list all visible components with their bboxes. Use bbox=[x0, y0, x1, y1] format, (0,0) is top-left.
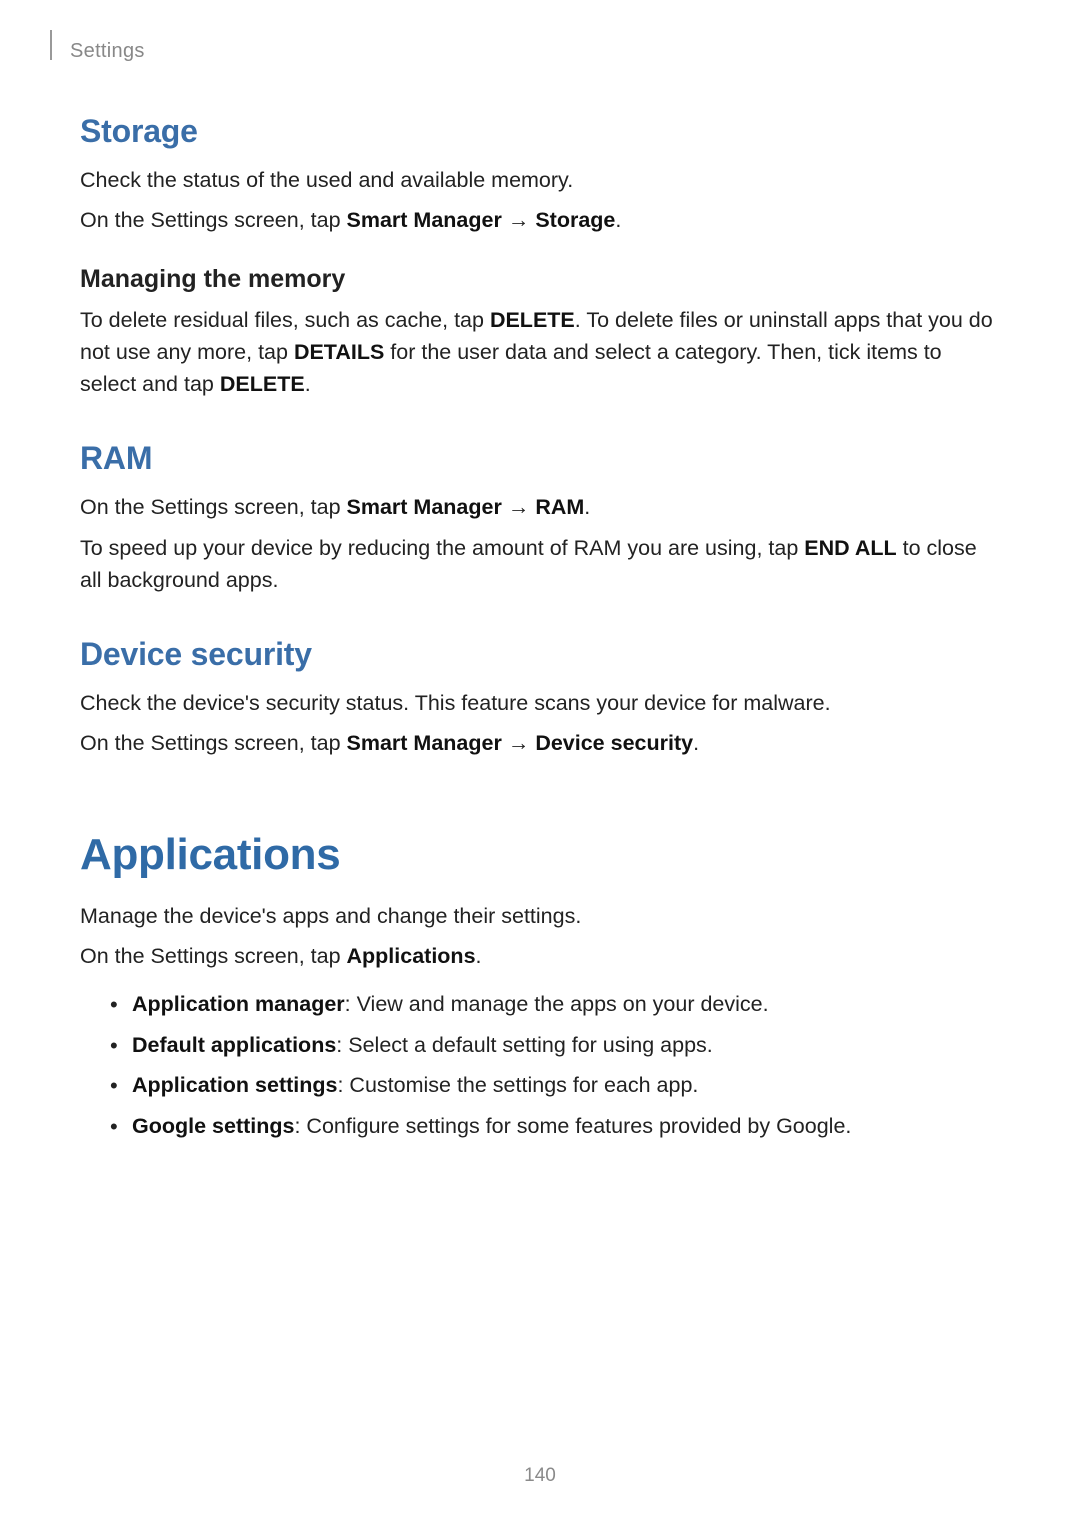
text: . bbox=[476, 944, 482, 968]
list-item: Google settings: Configure settings for … bbox=[110, 1108, 1000, 1145]
list-item: Default applications: Select a default s… bbox=[110, 1027, 1000, 1064]
arrow-icon: → bbox=[502, 208, 535, 232]
text: On the Settings screen, tap bbox=[80, 495, 347, 519]
term: Google settings bbox=[132, 1114, 294, 1138]
bold-delete: DELETE bbox=[490, 308, 575, 332]
text: . bbox=[305, 372, 311, 396]
applications-path: On the Settings screen, tap Applications… bbox=[80, 940, 1000, 972]
text: . bbox=[615, 208, 621, 232]
chapter-applications: Applications bbox=[80, 830, 1000, 880]
bold-smart-manager: Smart Manager bbox=[347, 495, 502, 519]
bold-storage: Storage bbox=[535, 208, 615, 232]
text: On the Settings screen, tap bbox=[80, 208, 347, 232]
bold-ram: RAM bbox=[535, 495, 584, 519]
text: . bbox=[693, 731, 699, 755]
text: To speed up your device by reducing the … bbox=[80, 536, 804, 560]
storage-desc: Check the status of the used and availab… bbox=[80, 164, 1000, 196]
bold-delete: DELETE bbox=[220, 372, 305, 396]
ram-desc: To speed up your device by reducing the … bbox=[80, 532, 1000, 597]
bold-smart-manager: Smart Manager bbox=[347, 731, 502, 755]
desc: : Configure settings for some features p… bbox=[294, 1114, 851, 1138]
desc: : Customise the settings for each app. bbox=[337, 1073, 698, 1097]
list-item: Application manager: View and manage the… bbox=[110, 986, 1000, 1023]
applications-list: Application manager: View and manage the… bbox=[80, 986, 1000, 1144]
header-rule bbox=[50, 30, 52, 60]
text: On the Settings screen, tap bbox=[80, 944, 347, 968]
ram-path: On the Settings screen, tap Smart Manage… bbox=[80, 491, 1000, 523]
heading-ram: RAM bbox=[80, 440, 1000, 477]
heading-storage: Storage bbox=[80, 113, 1000, 150]
managing-memory-body: To delete residual files, such as cache,… bbox=[80, 304, 1000, 401]
section-label: Settings bbox=[70, 40, 1000, 63]
term: Default applications bbox=[132, 1033, 336, 1057]
desc: : View and manage the apps on your devic… bbox=[345, 992, 769, 1016]
term: Application manager bbox=[132, 992, 345, 1016]
term: Application settings bbox=[132, 1073, 337, 1097]
heading-device-security: Device security bbox=[80, 636, 1000, 673]
storage-path: On the Settings screen, tap Smart Manage… bbox=[80, 204, 1000, 236]
list-item: Application settings: Customise the sett… bbox=[110, 1067, 1000, 1104]
heading-managing-memory: Managing the memory bbox=[80, 265, 1000, 294]
arrow-icon: → bbox=[502, 731, 535, 755]
bold-details: DETAILS bbox=[294, 340, 384, 364]
bold-applications: Applications bbox=[347, 944, 476, 968]
security-desc: Check the device's security status. This… bbox=[80, 687, 1000, 719]
security-path: On the Settings screen, tap Smart Manage… bbox=[80, 727, 1000, 759]
applications-desc: Manage the device's apps and change thei… bbox=[80, 900, 1000, 932]
text: To delete residual files, such as cache,… bbox=[80, 308, 490, 332]
bold-smart-manager: Smart Manager bbox=[347, 208, 502, 232]
text: . bbox=[584, 495, 590, 519]
bold-end-all: END ALL bbox=[804, 536, 896, 560]
desc: : Select a default setting for using app… bbox=[336, 1033, 712, 1057]
text: On the Settings screen, tap bbox=[80, 731, 347, 755]
bold-device-security: Device security bbox=[535, 731, 693, 755]
page-number: 140 bbox=[0, 1465, 1080, 1487]
arrow-icon: → bbox=[502, 495, 535, 519]
